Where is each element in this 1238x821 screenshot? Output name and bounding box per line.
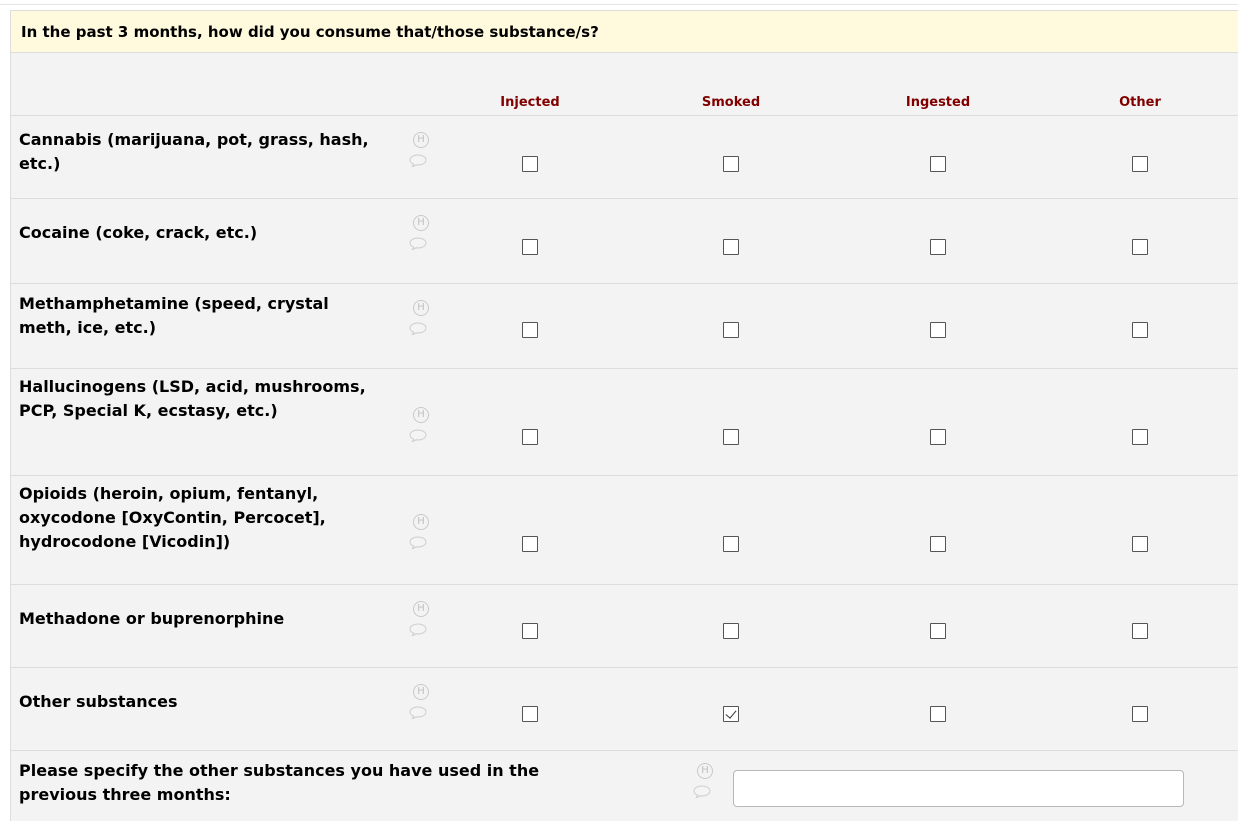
checkbox-smoked[interactable] [723, 429, 739, 445]
matrix-row: Cannabis (marijuana, pot, grass, hash, e… [11, 115, 1238, 198]
col-header-ingested: Ingested [905, 95, 971, 110]
matrix-row: Methamphetamine (speed, crystal meth, ic… [11, 283, 1238, 368]
column-header-row: Injected Smoked Ingested Other [11, 53, 1238, 115]
survey-matrix: In the past 3 months, how did you consum… [10, 10, 1238, 821]
matrix-row: Cocaine (coke, crack, etc.) H [11, 198, 1238, 283]
checkbox-ingested[interactable] [930, 536, 946, 552]
row-label: Methadone or buprenorphine [19, 609, 285, 628]
row-icons: H [409, 601, 433, 640]
checkbox-other[interactable] [1132, 536, 1148, 552]
matrix-row: Opioids (heroin, opium, fentanyl, oxycod… [11, 475, 1238, 584]
checkbox-smoked[interactable] [723, 156, 739, 172]
history-icon[interactable]: H [413, 407, 429, 423]
checkbox-other[interactable] [1132, 706, 1148, 722]
history-icon[interactable]: H [413, 300, 429, 316]
specify-row: Please specify the other substances you … [11, 750, 1238, 821]
comment-icon[interactable] [409, 536, 427, 551]
row-icons: H [409, 215, 433, 254]
checkbox-injected[interactable] [522, 429, 538, 445]
history-icon[interactable]: H [697, 763, 713, 779]
matrix-row: Methadone or buprenorphine H [11, 584, 1238, 667]
row-label: Cocaine (coke, crack, etc.) [19, 223, 258, 242]
checkbox-injected[interactable] [522, 623, 538, 639]
row-icons: H [409, 132, 433, 171]
checkbox-ingested[interactable] [930, 322, 946, 338]
history-icon[interactable]: H [413, 601, 429, 617]
history-icon[interactable]: H [413, 215, 429, 231]
col-header-smoked: Smoked [701, 95, 761, 110]
history-icon[interactable]: H [413, 132, 429, 148]
row-label: Methamphetamine (speed, crystal meth, ic… [19, 294, 329, 337]
checkbox-ingested[interactable] [930, 706, 946, 722]
matrix-row: Hallucinogens (LSD, acid, mushrooms, PCP… [11, 368, 1238, 475]
matrix-row: Other substances H [11, 667, 1238, 750]
row-label: Hallucinogens (LSD, acid, mushrooms, PCP… [19, 377, 366, 420]
row-icons: H [409, 514, 433, 553]
row-label: Opioids (heroin, opium, fentanyl, oxycod… [19, 484, 326, 551]
row-icons: H [409, 684, 433, 723]
row-label: Cannabis (marijuana, pot, grass, hash, e… [19, 130, 369, 173]
checkbox-ingested[interactable] [930, 623, 946, 639]
checkbox-smoked[interactable] [723, 623, 739, 639]
row-label: Other substances [19, 692, 178, 711]
checkbox-ingested[interactable] [930, 156, 946, 172]
specify-input[interactable] [733, 770, 1184, 807]
checkbox-ingested[interactable] [930, 429, 946, 445]
specify-label: Please specify the other substances you … [19, 761, 540, 804]
history-icon[interactable]: H [413, 514, 429, 530]
checkbox-injected[interactable] [522, 156, 538, 172]
matrix-question-header: In the past 3 months, how did you consum… [10, 10, 1238, 53]
comment-icon[interactable] [409, 429, 427, 444]
row-icons: H [409, 300, 433, 339]
comment-icon[interactable] [409, 154, 427, 169]
specify-icons: H [693, 763, 717, 802]
matrix-grid: Injected Smoked Ingested Other Cannabis … [10, 53, 1238, 821]
checkbox-injected[interactable] [522, 322, 538, 338]
checkbox-smoked[interactable] [723, 706, 739, 722]
checkbox-other[interactable] [1132, 239, 1148, 255]
checkbox-smoked[interactable] [723, 239, 739, 255]
checkbox-smoked[interactable] [723, 536, 739, 552]
comment-icon[interactable] [409, 706, 427, 721]
checkbox-other[interactable] [1132, 322, 1148, 338]
checkbox-other[interactable] [1132, 429, 1148, 445]
checkbox-other[interactable] [1132, 156, 1148, 172]
checkbox-smoked[interactable] [723, 322, 739, 338]
row-icons: H [409, 407, 433, 446]
checkbox-injected[interactable] [522, 706, 538, 722]
col-header-injected: Injected [500, 95, 560, 110]
col-header-other: Other [1119, 95, 1161, 110]
checkbox-injected[interactable] [522, 239, 538, 255]
checkbox-other[interactable] [1132, 623, 1148, 639]
history-icon[interactable]: H [413, 684, 429, 700]
comment-icon[interactable] [409, 237, 427, 252]
top-divider [0, 4, 1238, 5]
comment-icon[interactable] [693, 785, 711, 800]
comment-icon[interactable] [409, 322, 427, 337]
checkbox-injected[interactable] [522, 536, 538, 552]
checkbox-ingested[interactable] [930, 239, 946, 255]
comment-icon[interactable] [409, 623, 427, 638]
